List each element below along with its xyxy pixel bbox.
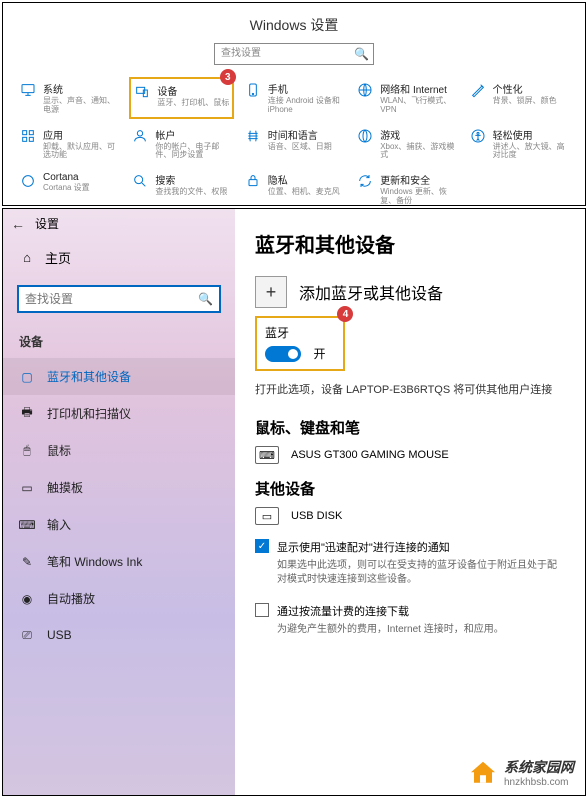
network-icon	[356, 81, 374, 99]
tile-privacy[interactable]: 隐私位置、相机、麦克风	[242, 168, 346, 206]
back-icon[interactable]: ←	[11, 216, 25, 232]
autoplay-icon: ◉	[19, 591, 35, 607]
nav-printers[interactable]: 🖶打印机和扫描仪	[3, 395, 235, 432]
add-button[interactable]: +	[255, 276, 287, 308]
usb-disk-icon: ▭	[255, 507, 279, 525]
search-tile-icon	[131, 172, 149, 190]
tile-network[interactable]: 网络和 InternetWLAN、飞行模式、VPN	[354, 77, 458, 119]
ease-icon	[469, 127, 487, 145]
tile-update-security[interactable]: 更新和安全Windows 更新、恢复、备份	[354, 168, 458, 206]
gaming-icon	[356, 127, 374, 145]
phone-icon	[244, 81, 262, 99]
sidebar-search-input[interactable]	[25, 292, 198, 306]
tile-ease-of-access[interactable]: 轻松使用讲述人、放大镜、高对比度	[467, 123, 571, 165]
watermark-logo-icon	[468, 760, 498, 786]
bluetooth-label: 蓝牙	[265, 324, 325, 341]
add-device-row[interactable]: + 添加蓝牙或其他设备	[255, 276, 565, 308]
content-area: 蓝牙和其他设备 + 添加蓝牙或其他设备 4 蓝牙 开 打开此选项，设备 LAPT…	[235, 209, 585, 795]
privacy-icon	[244, 172, 262, 190]
bluetooth-description: 打开此选项，设备 LAPTOP-E3B6RTQS 将可供其他用户连接	[255, 381, 565, 397]
window-titlebar: ← 设置	[3, 209, 235, 238]
mouse-icon: 🖱	[19, 443, 35, 459]
tile-time-language[interactable]: 时间和语言语音、区域、日期	[242, 123, 346, 165]
nav-touchpad[interactable]: ▭触摸板	[3, 469, 235, 506]
search-input[interactable]: 查找设置 🔍	[214, 43, 374, 65]
window-title: 设置	[35, 215, 59, 232]
system-icon	[19, 81, 37, 99]
watermark-url: hnzkhbsb.com	[504, 777, 574, 788]
nav-home[interactable]: ⌂ 主页	[3, 238, 235, 277]
settings-tiles: 系统显示、声音、通知、电源 3 设备蓝牙、打印机、鼠标 手机连接 Android…	[3, 77, 585, 206]
devices-icon	[133, 83, 151, 101]
tile-search[interactable]: 搜索查找我的文件、权限	[129, 168, 233, 206]
time-icon	[244, 127, 262, 145]
bluetooth-state: 开	[313, 347, 325, 361]
search-placeholder: 查找设置	[221, 48, 261, 59]
metered-download-check-row[interactable]: 通过按流量计费的连接下载	[255, 603, 565, 619]
touchpad-icon: ▭	[19, 480, 35, 496]
nav-pen[interactable]: ✎笔和 Windows Ink	[3, 543, 235, 580]
typing-icon: ⌨	[19, 517, 35, 533]
accounts-icon	[131, 127, 149, 145]
tile-personalization[interactable]: 个性化背景、锁屏、颜色	[467, 77, 571, 119]
nav-mouse[interactable]: 🖱鼠标	[3, 432, 235, 469]
printer-icon: 🖶	[19, 406, 35, 422]
keyboard-icon: ⌨	[255, 446, 279, 464]
metered-hint: 为避免产生额外的费用，Internet 连接时，和应用。	[277, 623, 565, 637]
bluetooth-toggle-block: 4 蓝牙 开	[255, 316, 345, 371]
personalization-icon	[469, 81, 487, 99]
nav-usb[interactable]: ⎚USB	[3, 617, 235, 653]
nav-typing[interactable]: ⌨输入	[3, 506, 235, 543]
nav-bluetooth[interactable]: ▢蓝牙和其他设备	[3, 358, 235, 395]
quick-pair-hint: 如果选中此选项，则可以在受支持的蓝牙设备位于附近且处于配对模式时快速连接到这些设…	[277, 559, 565, 587]
search-icon: 🔍	[198, 292, 213, 306]
windows-settings-panel: Windows 设置 查找设置 🔍 系统显示、声音、通知、电源 3 设备蓝牙、打…	[2, 2, 586, 206]
search-icon: 🔍	[354, 47, 369, 61]
tile-cortana[interactable]: CortanaCortana 设置	[17, 168, 121, 206]
pen-icon: ✎	[19, 554, 35, 570]
apps-icon	[19, 127, 37, 145]
page-title: Windows 设置	[3, 3, 585, 43]
quick-pair-check-row[interactable]: ✓ 显示使用"迅速配对"进行连接的通知	[255, 539, 565, 555]
section-other-devices: 其他设备	[255, 478, 565, 499]
sidebar: ← 设置 ⌂ 主页 🔍 设备 ▢蓝牙和其他设备 🖶打印机和扫描仪 🖱鼠标 ▭触摸…	[3, 209, 235, 795]
search-wrap: 查找设置 🔍	[3, 43, 585, 65]
add-label: 添加蓝牙或其他设备	[299, 280, 443, 304]
page-heading: 蓝牙和其他设备	[255, 229, 565, 258]
tile-accounts[interactable]: 帐户你的帐户、电子邮件、同步设置	[129, 123, 233, 165]
tile-phone[interactable]: 手机连接 Android 设备和 iPhone	[242, 77, 346, 119]
bluetooth-toggle[interactable]	[265, 346, 301, 362]
bluetooth-icon: ▢	[19, 369, 35, 385]
checkbox-quick-pair[interactable]: ✓	[255, 539, 269, 553]
step-badge-4: 4	[337, 306, 353, 322]
sidebar-search[interactable]: 🔍	[17, 285, 221, 313]
usb-icon: ⎚	[19, 627, 35, 643]
home-icon: ⌂	[19, 250, 35, 266]
device-mouse-row[interactable]: ⌨ ASUS GT300 GAMING MOUSE	[255, 446, 565, 464]
nav-autoplay[interactable]: ◉自动播放	[3, 580, 235, 617]
update-icon	[356, 172, 374, 190]
tile-apps[interactable]: 应用卸载、默认应用、可选功能	[17, 123, 121, 165]
tile-devices[interactable]: 3 设备蓝牙、打印机、鼠标	[129, 77, 233, 119]
bluetooth-settings-panel: ← 设置 ⌂ 主页 🔍 设备 ▢蓝牙和其他设备 🖶打印机和扫描仪 🖱鼠标 ▭触摸…	[2, 208, 586, 796]
sidebar-section-label: 设备	[3, 321, 235, 358]
device-usb-row[interactable]: ▭ USB DISK	[255, 507, 565, 525]
watermark-name: 系统家园网	[504, 759, 574, 775]
section-mouse-keyboard: 鼠标、键盘和笔	[255, 417, 565, 438]
step-badge-3: 3	[220, 69, 236, 85]
tile-system[interactable]: 系统显示、声音、通知、电源	[17, 77, 121, 119]
tile-gaming[interactable]: 游戏Xbox、捕获、游戏模式	[354, 123, 458, 165]
cortana-icon	[19, 172, 37, 190]
checkbox-metered[interactable]	[255, 603, 269, 617]
watermark: 系统家园网 hnzkhbsb.com	[464, 753, 578, 792]
